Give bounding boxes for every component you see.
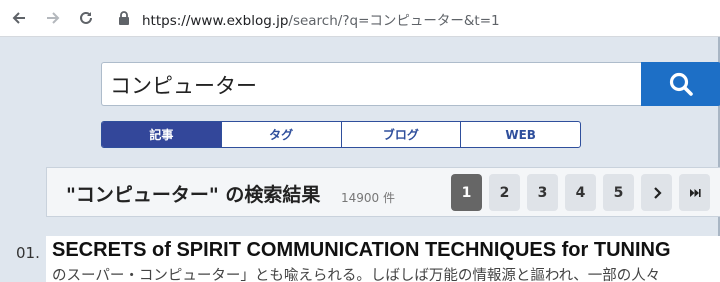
page-3-button[interactable]: 3 (527, 174, 558, 211)
page-1-button[interactable]: 1 (451, 174, 482, 211)
result-title-link[interactable]: SECRETS of SPIRIT COMMUNICATION TECHNIQU… (52, 239, 671, 262)
lock-icon[interactable] (117, 10, 131, 26)
page-4-button[interactable]: 4 (565, 174, 596, 211)
last-page-button[interactable] (679, 174, 710, 211)
reload-icon[interactable] (77, 9, 95, 27)
tab-tags[interactable]: タグ (222, 122, 342, 147)
browser-toolbar: https://www.exblog.jp/search/?q=コンピューター&… (0, 0, 720, 37)
url-host: https://www.exblog.jp (142, 13, 289, 29)
url-path: /search/?q=コンピューター&t=1 (288, 13, 500, 29)
forward-arrow-icon[interactable] (44, 9, 62, 27)
search-button[interactable] (641, 62, 720, 106)
results-title: "コンピューター" の検索結果 (66, 184, 321, 206)
search-input[interactable] (110, 70, 630, 100)
results-count: 14900 件 (341, 191, 395, 205)
chevron-right-icon (653, 186, 662, 199)
result-snippet: のスーパー・コンピューター」とも喩えられる。しばしば万能の情報源と謳われ、一部の… (52, 268, 661, 282)
page-5-button[interactable]: 5 (603, 174, 634, 211)
back-arrow-icon[interactable] (10, 9, 28, 27)
skip-to-end-icon (689, 188, 701, 197)
address-bar[interactable]: https://www.exblog.jp/search/?q=コンピューター&… (142, 9, 500, 29)
search-icon (669, 72, 693, 96)
next-page-button[interactable] (641, 174, 672, 211)
tab-articles[interactable]: 記事 (102, 122, 222, 147)
search-type-tabs: 記事 タグ ブログ WEB (101, 121, 581, 148)
tab-blogs[interactable]: ブログ (342, 122, 462, 147)
result-index: 01. (16, 244, 40, 262)
page-2-button[interactable]: 2 (489, 174, 520, 211)
tab-web[interactable]: WEB (461, 122, 580, 147)
